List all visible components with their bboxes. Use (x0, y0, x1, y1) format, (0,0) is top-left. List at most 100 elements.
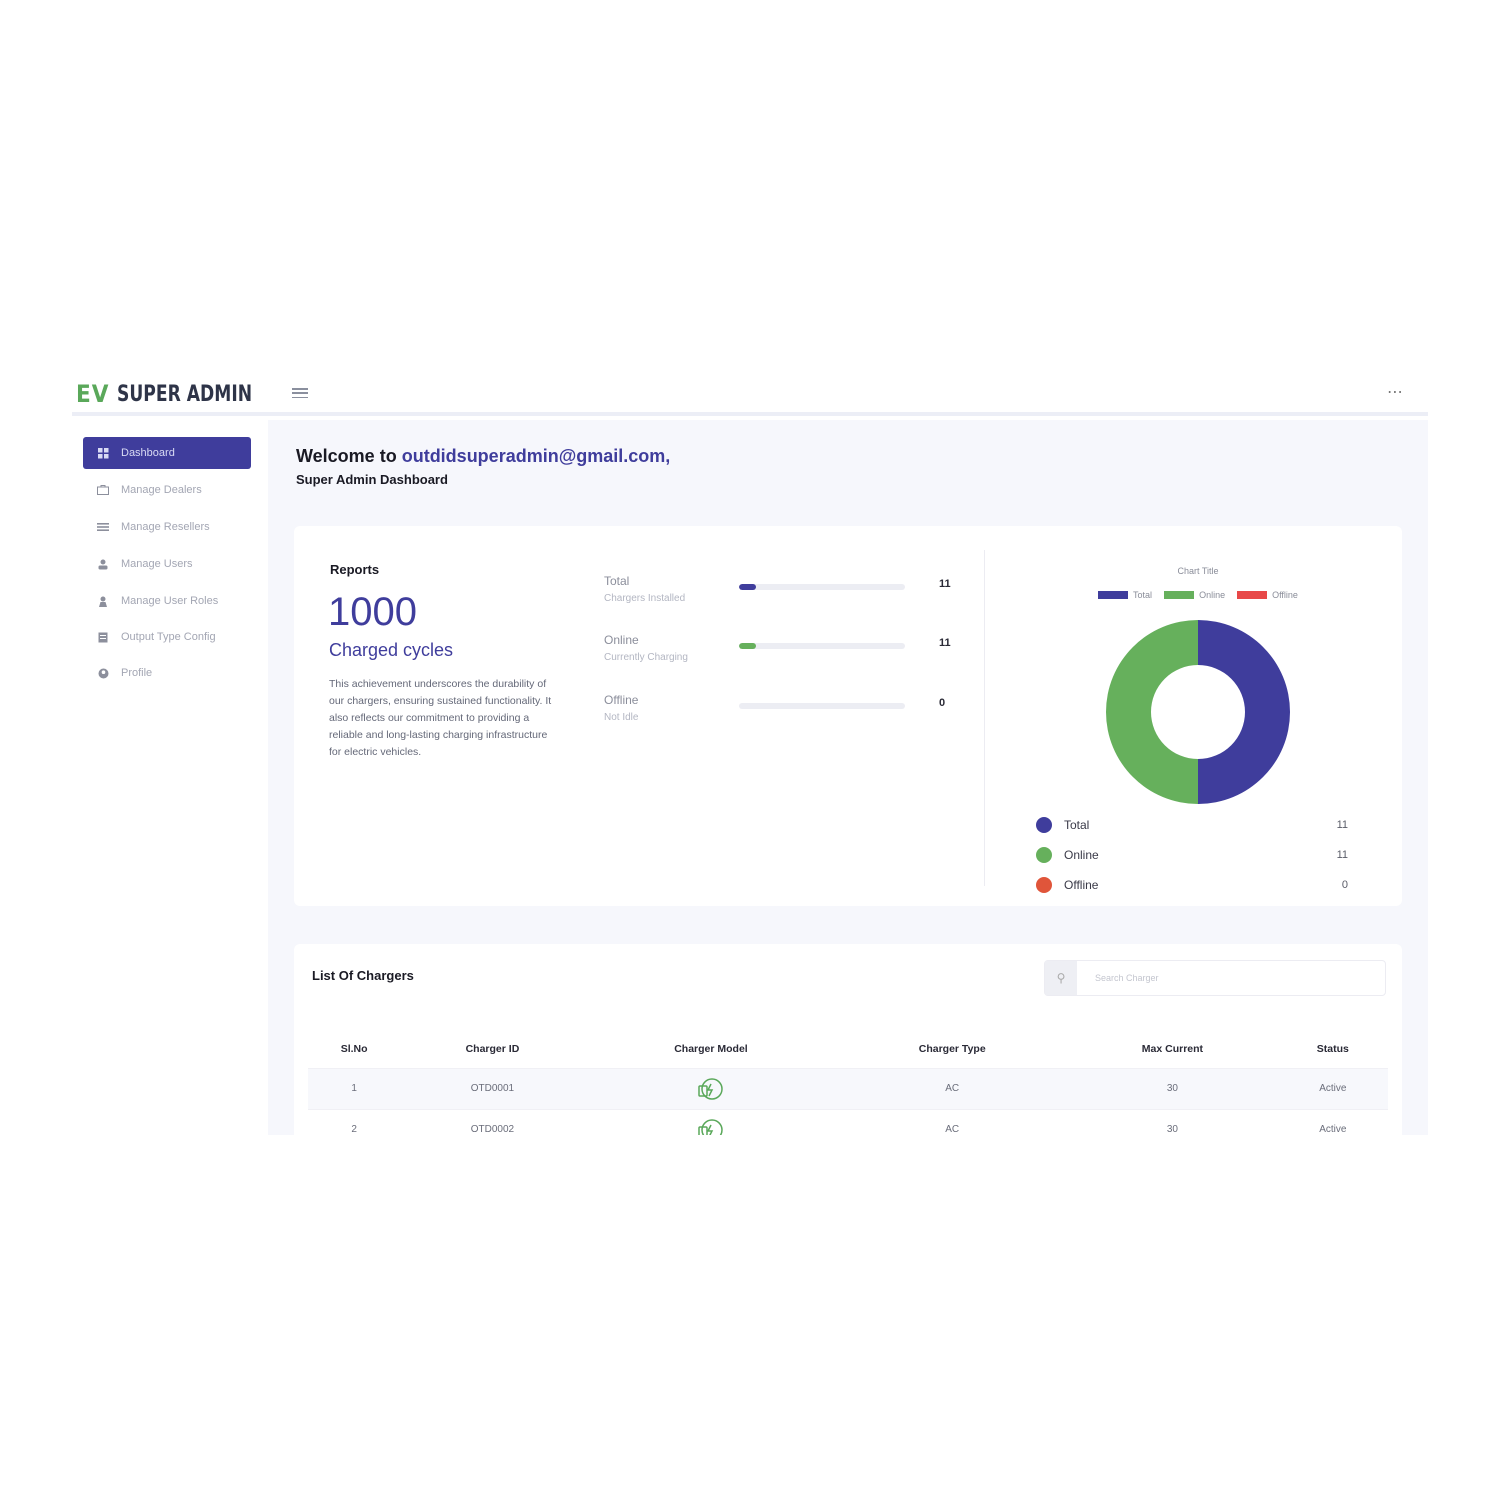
table-header-row: Sl.No Charger ID Charger Model Charger T… (308, 1030, 1388, 1068)
column-header[interactable]: Sl.No (308, 1030, 400, 1068)
cell-charger-model (584, 1108, 838, 1135)
sidebar-item-manage-dealers[interactable]: Manage Dealers (83, 474, 251, 506)
sidebar-item-manage-resellers[interactable]: Manage Resellers (83, 511, 251, 543)
sidebar-item-label: Dashboard (121, 447, 175, 459)
chart-legend-list: Total 11 Online 11 Offline 0 (1036, 810, 1348, 900)
legend-label: Online (1199, 590, 1226, 600)
legend-entry-online[interactable]: Online (1164, 590, 1225, 600)
stat-value: 11 (939, 578, 951, 590)
list-icon (97, 521, 109, 533)
column-header[interactable]: Charger ID (400, 1030, 584, 1068)
charger-model-icon (698, 1119, 723, 1135)
stat-progress-track (739, 584, 905, 590)
legend-row-value: 11 (1336, 849, 1348, 861)
logo-mark: EV (76, 380, 110, 408)
logo-text: SUPER ADMIN (117, 381, 253, 407)
cell-charger-type: AC (837, 1067, 1068, 1109)
menu-toggle-icon[interactable] (292, 386, 308, 400)
sidebar-item-manage-user-roles[interactable]: Manage User Roles (83, 585, 251, 617)
cell-max-current: 30 (1067, 1067, 1278, 1109)
topbar: EV SUPER ADMIN ⋯ (72, 370, 1428, 416)
column-header[interactable]: Charger Type (837, 1030, 1067, 1068)
charged-cycles-label: Charged cycles (329, 640, 454, 660)
column-header[interactable]: Charger Model (585, 1030, 838, 1068)
logo[interactable]: EV SUPER ADMIN (76, 380, 291, 408)
column-header[interactable]: Max Current (1067, 1030, 1278, 1068)
cell-charger-id: OTD0001 (400, 1067, 585, 1109)
sidebar-item-dashboard[interactable]: Dashboard (83, 437, 251, 469)
cell-sl: 1 (308, 1067, 401, 1109)
legend-label: Total (1133, 590, 1153, 600)
table-row[interactable]: 1 OTD0001 AC 30 Active (308, 1067, 1388, 1109)
stat-progress-fill (739, 584, 756, 590)
users-icon (97, 558, 109, 570)
slice-total[interactable] (1198, 620, 1290, 804)
search-input[interactable] (1077, 973, 1377, 983)
legend-entry-total[interactable]: Total (1098, 590, 1152, 600)
legend-dot (1036, 847, 1052, 863)
legend-row-offline: Offline 0 (1036, 870, 1348, 900)
stat-online: Online Currently Charging 11 (604, 633, 964, 673)
legend-row-value: 0 (1341, 879, 1348, 891)
config-icon (97, 631, 109, 643)
chargers-card: List Of Chargers ⚲ Sl.No Charger ID Char… (294, 944, 1402, 1135)
legend-row-online: Online 11 (1036, 840, 1348, 870)
legend-row-label: Total (1064, 818, 1090, 832)
chart-title: Chart Title (1177, 566, 1219, 576)
charged-cycles-count: 1000 (328, 590, 417, 634)
stat-value: 11 (939, 637, 951, 649)
legend-swatch (1098, 591, 1129, 599)
cell-charger-type: AC (837, 1108, 1068, 1135)
status-chart: Chart Title Total Online Offline Total 1… (994, 526, 1402, 906)
chargers-title: List Of Chargers (312, 968, 414, 983)
chargers-table: Sl.No Charger ID Charger Model Charger T… (308, 1030, 1388, 1135)
stat-sub: Not Idle (604, 712, 639, 723)
card-divider (984, 550, 985, 886)
legend-label: Offline (1272, 590, 1298, 600)
legend-swatch (1237, 591, 1268, 599)
cell-charger-model (584, 1067, 838, 1109)
stat-value: 0 (939, 697, 946, 709)
table-row[interactable]: 2 OTD0002 AC 30 Active (308, 1108, 1388, 1135)
welcome-heading: Welcome to outdidsuperadmin@gmail.com, (296, 446, 670, 467)
slice-online[interactable] (1106, 620, 1198, 804)
chart-legend-top: Total Online Offline (994, 590, 1402, 600)
sidebar-item-output-type-config[interactable]: Output Type Config (83, 621, 251, 653)
charger-model-icon (698, 1077, 723, 1100)
sidebar-item-label: Manage Users (121, 558, 193, 570)
sidebar-item-label: Profile (121, 667, 153, 679)
stat-progress-fill (739, 643, 756, 649)
legend-row-label: Offline (1064, 878, 1099, 892)
legend-entry-offline[interactable]: Offline (1237, 590, 1298, 600)
sidebar: Dashboard Manage Dealers Manage Reseller… (72, 420, 268, 1135)
reports-description: This achievement underscores the durabil… (329, 678, 552, 758)
stat-total: Total Chargers Installed 11 (604, 574, 964, 614)
cell-sl: 2 (308, 1108, 401, 1135)
sidebar-item-profile[interactable]: Profile (83, 657, 251, 689)
stat-progress-track (739, 643, 905, 649)
user-email: outdidsuperadmin@gmail.com, (401, 446, 671, 466)
stat-progress-track (739, 703, 905, 709)
status-badge: Active (1277, 1108, 1388, 1135)
legend-row-value: 11 (1336, 819, 1348, 831)
stat-offline: Offline Not Idle 0 (604, 693, 964, 733)
more-options-icon[interactable]: ⋯ (1387, 382, 1404, 402)
user-icon (97, 595, 109, 607)
sidebar-item-label: Manage Resellers (121, 521, 210, 533)
legend-row-total: Total 11 (1036, 810, 1348, 840)
sidebar-item-label: Manage User Roles (121, 595, 219, 607)
reports-title: Reports (330, 562, 380, 577)
cell-max-current: 30 (1067, 1108, 1278, 1135)
main-content: Welcome to outdidsuperadmin@gmail.com, S… (268, 420, 1428, 1135)
status-badge: Active (1277, 1067, 1388, 1109)
search-icon[interactable]: ⚲ (1045, 961, 1077, 995)
welcome-prefix: Welcome to (296, 446, 397, 466)
donut-chart (1106, 620, 1290, 804)
legend-swatch (1164, 591, 1195, 599)
sidebar-item-manage-users[interactable]: Manage Users (83, 548, 251, 580)
stat-sub: Chargers Installed (604, 593, 686, 604)
reports-card: Reports 1000 Charged cycles This achieve… (294, 526, 1402, 906)
stat-sub: Currently Charging (604, 652, 688, 663)
briefcase-icon (97, 484, 109, 496)
column-header[interactable]: Status (1278, 1030, 1388, 1068)
